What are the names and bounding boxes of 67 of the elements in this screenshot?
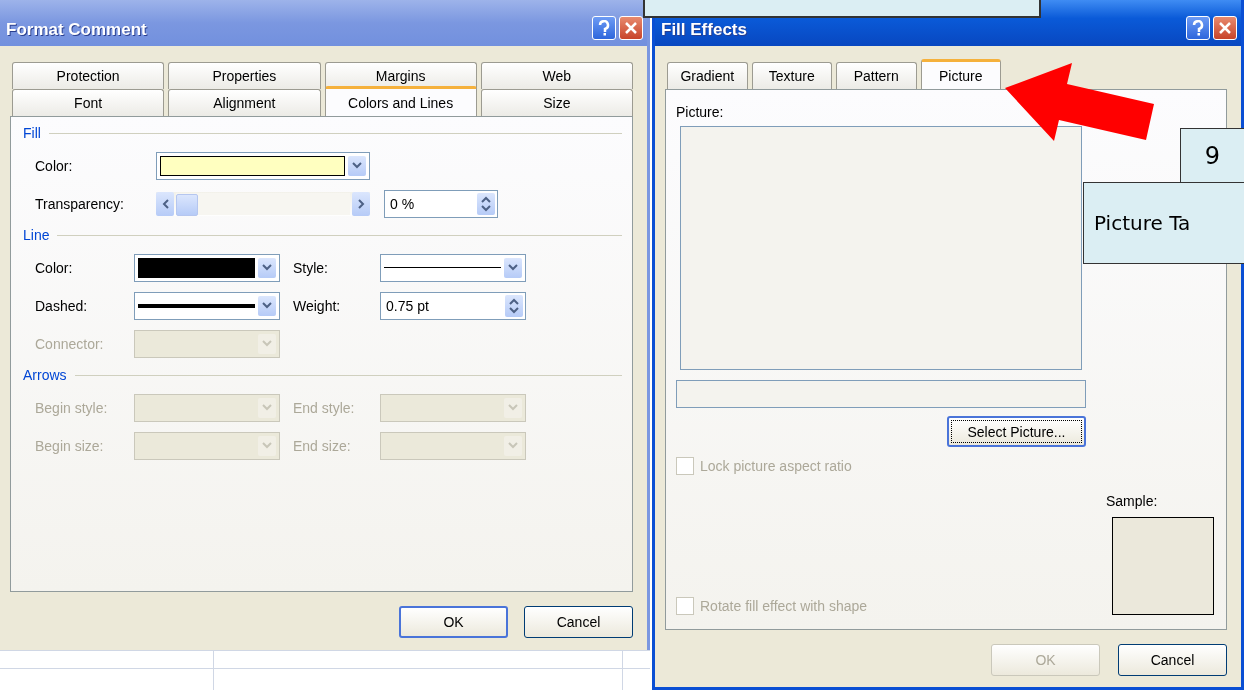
help-icon — [598, 20, 610, 36]
callout-number: 9 — [1180, 128, 1244, 183]
line-dropdown[interactable] — [134, 291, 280, 320]
chevron-down-icon — [508, 264, 518, 271]
spin-arrows-icon[interactable] — [505, 294, 523, 317]
color-dropdown[interactable] — [156, 151, 370, 180]
close-icon — [625, 22, 637, 34]
tab[interactable]: Font — [12, 89, 165, 116]
dialog-button[interactable]: OK — [399, 606, 508, 638]
close-icon — [1219, 22, 1231, 34]
tab[interactable]: Picture — [920, 59, 1001, 89]
close-button[interactable] — [1213, 16, 1237, 40]
chevron-right-icon[interactable] — [352, 191, 370, 216]
chevron-down-icon — [262, 264, 272, 271]
field-label: Style: — [293, 259, 329, 276]
chevron-down-icon — [262, 302, 272, 309]
chevron-down-icon — [508, 404, 518, 411]
field-label: Begin size: — [35, 437, 105, 454]
callout-label: Picture Ta — [1083, 182, 1244, 264]
spin-field[interactable]: 0.75 pt — [380, 291, 526, 320]
color-dropdown[interactable] — [134, 253, 280, 282]
tab[interactable]: Texture — [751, 62, 832, 89]
input-field[interactable] — [676, 380, 1086, 408]
close-button[interactable] — [619, 16, 643, 40]
dialog-button[interactable]: Cancel — [1118, 644, 1227, 676]
slider[interactable] — [156, 191, 370, 216]
chevron-down-icon — [262, 404, 272, 411]
checkbox-label: Rotate fill effect with shape — [700, 598, 868, 614]
tab[interactable]: Alignment — [168, 89, 321, 116]
tab[interactable]: Protection — [12, 62, 165, 89]
line-dropdown[interactable] — [380, 253, 526, 282]
help-icon — [1192, 20, 1204, 36]
window-title: Format Comment — [6, 20, 147, 40]
checkbox-label: Lock picture aspect ratio — [700, 458, 852, 474]
field-label: Color: — [35, 259, 74, 276]
chevron-left-icon[interactable] — [156, 191, 174, 216]
tab[interactable]: Properties — [168, 62, 321, 89]
chevron-down-icon — [352, 162, 362, 169]
section-heading: Fill — [23, 125, 41, 141]
tab[interactable]: Size — [480, 89, 633, 116]
chevron-down-icon — [262, 442, 272, 449]
field-label: Color: — [35, 157, 74, 174]
help-button[interactable] — [1186, 16, 1210, 40]
dialog-button[interactable]: Cancel — [524, 606, 633, 638]
field-label: Dashed: — [35, 297, 89, 314]
chevron-down-icon — [508, 442, 518, 449]
field-label: Connector: — [35, 335, 105, 352]
select-picture-button[interactable]: Select Picture... — [947, 416, 1086, 447]
section-heading: Line — [23, 227, 50, 243]
field-label: Begin style: — [35, 399, 109, 416]
tab[interactable]: Pattern — [836, 62, 917, 89]
spin-field[interactable]: 0 % — [384, 189, 498, 218]
chevron-down-icon — [262, 340, 272, 347]
window-title: Fill Effects — [661, 20, 747, 40]
slider-thumb[interactable] — [176, 193, 198, 216]
field-label: Picture: — [676, 104, 725, 120]
field-label: Transparency: — [35, 195, 125, 212]
help-button[interactable] — [592, 16, 616, 40]
field-label: Sample: — [1106, 493, 1159, 509]
field-label: End size: — [293, 437, 352, 454]
spin-arrows-icon[interactable] — [477, 192, 495, 215]
field-label: Weight: — [293, 297, 342, 314]
section-heading: Arrows — [23, 367, 67, 383]
field-label: End style: — [293, 399, 356, 416]
tab[interactable]: Colors and Lines — [324, 86, 477, 116]
tab[interactable]: Gradient — [667, 62, 748, 89]
tab[interactable]: Web — [480, 62, 633, 89]
